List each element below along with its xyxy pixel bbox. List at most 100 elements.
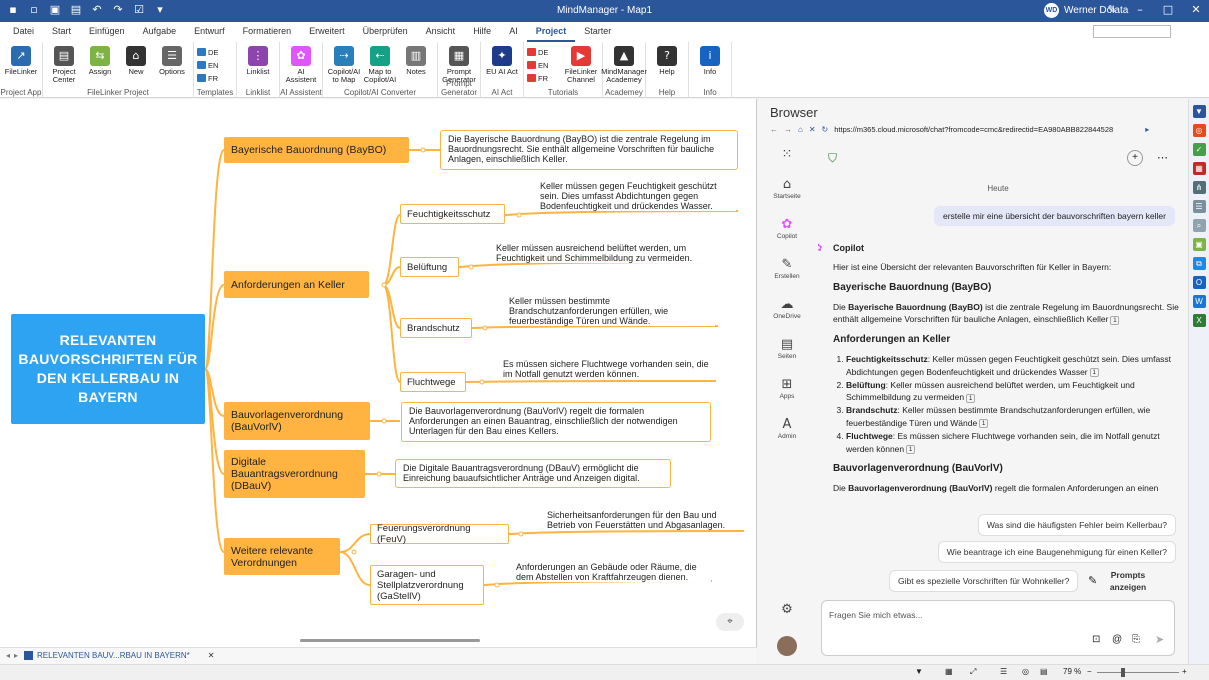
tab-hilfe[interactable]: Hilfe [464, 22, 500, 42]
map-view-icon[interactable]: ▤ [1040, 667, 1048, 676]
attach-icon[interactable]: ⎘ [1132, 634, 1140, 645]
note-feuchtigkeitsschutz[interactable]: Keller müssen gegen Feuchtigkeit geschüt… [540, 181, 736, 211]
tab-entwurf[interactable]: Entwurf [185, 22, 234, 42]
map-canvas[interactable]: RELEVANTEN BAUVORSCHRIFTEN FÜR DEN KELLE… [0, 99, 757, 647]
focus-icon[interactable]: ◎ [1022, 667, 1029, 676]
minimize-icon[interactable]: – [1133, 3, 1147, 17]
note-feuv[interactable]: Sicherheitsanforderungen für den Bau und… [547, 510, 743, 530]
image-icon[interactable]: ⊡ [1092, 634, 1100, 645]
citation[interactable]: 1 [906, 444, 916, 454]
outline-view-icon[interactable]: ☰ [1000, 667, 1007, 676]
pen-icon[interactable]: ✎ [1105, 3, 1119, 17]
tab-aufgabe[interactable]: Aufgabe [134, 22, 186, 42]
zoom-slider-thumb[interactable] [1121, 668, 1125, 677]
language-de-button[interactable]: DE [197, 46, 233, 58]
language-fr-button[interactable]: FR [527, 72, 563, 84]
zoom-out-icon[interactable]: − [1087, 667, 1092, 676]
subtopic-feuv[interactable]: Feuerungsverordnung (FeuV) [370, 523, 509, 545]
note-fluchtwege[interactable]: Es müssen sichere Fluchtwege vorhanden s… [503, 359, 715, 379]
copy-icon[interactable]: ⧉ [1192, 257, 1206, 270]
nav-copilot[interactable]: ✿ Copilot [758, 217, 816, 240]
profile-avatar[interactable] [758, 636, 816, 656]
suggestion-button[interactable]: Wie beantrage ich eine Baugenehmigung fü… [937, 541, 1176, 563]
subtopic-belueftung[interactable]: Belüftung [400, 257, 459, 277]
note-bauvorlv[interactable]: Die Bauvorlagenverordnung (BauVorlV) reg… [401, 402, 711, 442]
tab-ansicht[interactable]: Ansicht [417, 22, 465, 42]
mention-icon[interactable]: @ [1112, 634, 1122, 645]
outline-icon[interactable]: ☰ [1192, 200, 1206, 213]
zoom-in-icon[interactable]: + [1182, 667, 1187, 676]
subtopic-brandschutz[interactable]: Brandschutz [400, 318, 472, 338]
library-icon[interactable]: ▣ [1192, 238, 1206, 251]
tab-scroll-left-icon[interactable]: ◂ [6, 651, 10, 660]
search-icon[interactable]: ⌕ [1192, 219, 1206, 232]
refresh-icon[interactable]: ↻ [822, 125, 829, 134]
horizontal-scrollbar[interactable] [300, 639, 480, 642]
note-gastellv[interactable]: Anforderungen an Gebäude oder Räume, die… [516, 562, 711, 582]
language-en-button[interactable]: EN [197, 59, 233, 71]
language-fr-button[interactable]: FR [197, 72, 233, 84]
stop-icon[interactable]: ✕ [809, 125, 816, 134]
suggestion-button[interactable]: Gibt es spezielle Vorschriften für Wohnk… [889, 570, 1079, 592]
apps-grid-icon[interactable]: ⁙ [758, 147, 816, 163]
back-icon[interactable]: ← [770, 125, 778, 134]
nav-startseite[interactable]: ⌂ Startseite [758, 177, 816, 200]
nav-admin[interactable]: A Admin [758, 417, 816, 440]
location-pin-icon[interactable]: ⌖ [716, 613, 744, 631]
topic-dbauv[interactable]: Digitale Bauantragsverordnung (DBauV) [224, 450, 365, 498]
settings-icon[interactable]: ⚙ [758, 602, 816, 618]
citation[interactable]: 1 [979, 419, 989, 429]
subtopic-fluchtwege[interactable]: Fluchtwege [400, 372, 466, 392]
nav-erstellen[interactable]: ✎ Erstellen [758, 257, 816, 280]
ribbon-search-input[interactable] [1093, 25, 1171, 38]
excel-icon[interactable]: X [1192, 314, 1206, 327]
citation[interactable]: 1 [1089, 368, 1099, 378]
nav-apps[interactable]: ⊞ Apps [758, 377, 816, 400]
tab-close-icon[interactable]: ✕ [208, 651, 215, 660]
outlook-icon[interactable]: O [1192, 276, 1206, 289]
citation[interactable]: 1 [966, 393, 976, 403]
layout-icon[interactable]: ▦ [945, 667, 953, 676]
tab-project[interactable]: Project [526, 22, 576, 42]
structure-icon[interactable]: ⋔ [1192, 181, 1206, 194]
document-tab[interactable]: RELEVANTEN BAUV...RBAU IN BAYERN* ✕ [24, 651, 215, 660]
prompts-icon[interactable]: ✎ [1088, 574, 1097, 587]
subtopic-feuchtigkeitsschutz[interactable]: Feuchtigkeitsschutz [400, 204, 505, 224]
calendar-icon[interactable]: ▦ [1192, 162, 1206, 175]
zoom-slider[interactable] [1097, 672, 1179, 673]
citation[interactable]: 1 [1110, 315, 1120, 325]
more-options-icon[interactable]: ⋯ [1157, 151, 1168, 164]
filter-icon[interactable]: ▼ [915, 667, 923, 676]
close-icon[interactable]: ✕ [1189, 3, 1203, 17]
tab-datei[interactable]: Datei [4, 22, 43, 42]
note-belueftung[interactable]: Keller müssen ausreichend belüftet werde… [496, 243, 714, 263]
nav-onedrive[interactable]: ☁ OneDrive [758, 297, 816, 320]
note-brandschutz[interactable]: Keller müssen bestimmte Brandschutzanfor… [509, 296, 715, 326]
prompts-button[interactable]: Prompts anzeigen [1108, 569, 1148, 593]
forward-icon[interactable]: → [784, 125, 792, 134]
tab-einfügen[interactable]: Einfügen [80, 22, 134, 42]
zoom-level[interactable]: 79 % [1063, 667, 1081, 676]
filter-icon[interactable]: ▼ [1192, 105, 1206, 118]
tab-formatieren[interactable]: Formatieren [234, 22, 301, 42]
tab-starter[interactable]: Starter [575, 22, 620, 42]
fit-icon[interactable]: ⤢ [970, 667, 976, 677]
nav-seiten[interactable]: ▤ Seiten [758, 337, 816, 360]
topic-baybo[interactable]: Bayerische Bauordnung (BayBO) [224, 137, 409, 163]
suggestion-button[interactable]: Was sind die häufigsten Fehler beim Kell… [977, 514, 1176, 536]
browser-icon[interactable]: ◎ [1192, 124, 1206, 137]
go-icon[interactable]: ▸ [1145, 125, 1149, 134]
new-chat-icon[interactable]: + [1127, 150, 1143, 166]
home-icon[interactable]: ⌂ [798, 125, 803, 134]
note-baybo[interactable]: Die Bayerische Bauordnung (BayBO) ist di… [440, 130, 738, 170]
tab-erweitert[interactable]: Erweitert [300, 22, 354, 42]
url-field[interactable]: https://m365.cloud.microsoft/chat?fromco… [834, 125, 1139, 134]
language-de-button[interactable]: DE [527, 46, 563, 58]
subtopic-gastellv[interactable]: Garagen- und Stellplatzverordnung (GaSte… [370, 565, 484, 605]
tab-ai[interactable]: AI [500, 22, 527, 42]
send-icon[interactable]: ➤ [1155, 633, 1164, 646]
maximize-icon[interactable]: □ [1161, 3, 1175, 17]
tab-überprüfen[interactable]: Überprüfen [354, 22, 417, 42]
topic-bauvorlv[interactable]: Bauvorlagenverordnung (BauVorlV) [224, 402, 370, 440]
topic-weitere-verordnungen[interactable]: Weitere relevante Verordnungen [224, 538, 340, 575]
